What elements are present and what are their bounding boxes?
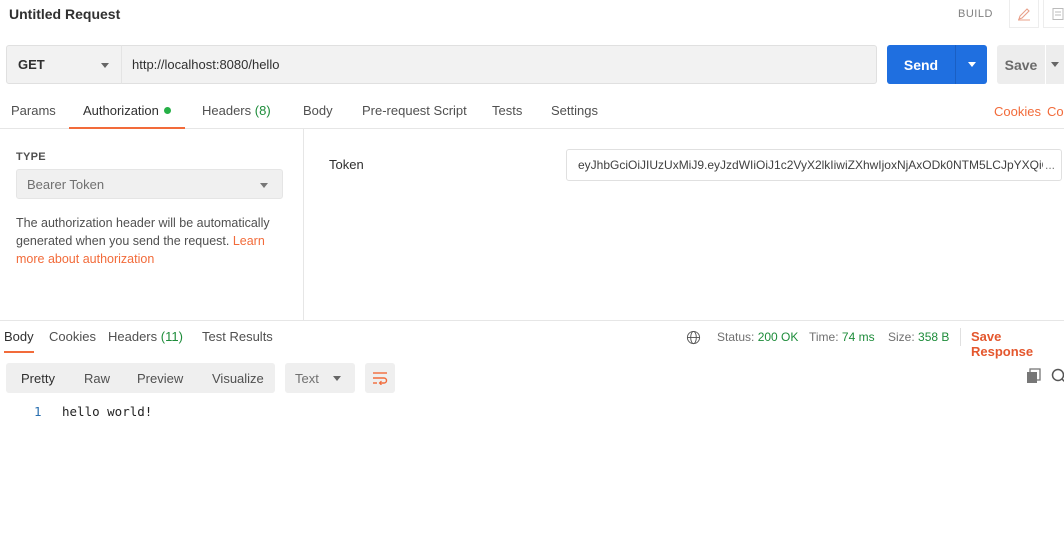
tab-pre-request-script[interactable]: Pre-request Script: [362, 103, 467, 129]
request-title[interactable]: Untitled Request: [9, 6, 120, 22]
status-indicator[interactable]: Status: 200 OK: [717, 330, 798, 344]
status-label: Status:: [717, 330, 755, 344]
send-button[interactable]: Send: [887, 45, 955, 84]
send-options-button[interactable]: [955, 45, 987, 84]
save-options-button[interactable]: [1046, 45, 1064, 84]
pencil-icon: [1018, 7, 1030, 20]
copy-icon[interactable]: [1024, 367, 1042, 385]
token-label: Token: [329, 157, 364, 172]
tab-body[interactable]: Body: [303, 103, 333, 129]
response-bar: Body Cookies Headers (11) Test Results S…: [0, 320, 1064, 359]
wrap-lines-button[interactable]: [365, 363, 395, 393]
token-value: eyJhbGciOiJIUzUxMiJ9.eyJzdWIiOiJ1c2VyX2l…: [578, 158, 1051, 172]
line-number: 1: [34, 404, 42, 419]
view-mode-tabs: Pretty Raw Preview Visualize: [6, 363, 275, 393]
auth-type-value: Bearer Token: [27, 176, 105, 192]
url-row: GET http://localhost:8080/hello Send Sav…: [0, 45, 1064, 85]
response-tab-cookies[interactable]: Cookies: [49, 329, 96, 353]
auth-type-select[interactable]: Bearer Token: [16, 169, 283, 199]
documentation-button[interactable]: [1043, 0, 1064, 28]
size-indicator[interactable]: Size: 358 B: [888, 330, 949, 344]
auth-type-panel: TYPE Bearer Token The authorization head…: [0, 129, 304, 321]
response-body-viewer[interactable]: 1 hello world!: [0, 400, 1064, 540]
wrap-lines-icon: [373, 372, 388, 385]
time-indicator[interactable]: Time: 74 ms: [809, 330, 875, 344]
tab-params[interactable]: Params: [11, 103, 56, 129]
auth-description: The authorization header will be automat…: [16, 214, 288, 268]
view-tab-preview[interactable]: Preview: [137, 363, 183, 393]
edit-button[interactable]: [1009, 0, 1039, 28]
response-tab-test-results[interactable]: Test Results: [202, 329, 273, 353]
divider: [960, 328, 961, 346]
view-tab-raw[interactable]: Raw: [84, 363, 110, 393]
time-label: Time:: [809, 330, 839, 344]
tab-tests[interactable]: Tests: [492, 103, 522, 129]
response-tab-headers-label: Headers: [108, 329, 158, 344]
request-tabs: Params Authorization Headers (8) Body Pr…: [0, 96, 1064, 129]
size-label: Size:: [888, 330, 915, 344]
format-value: Text: [295, 370, 319, 386]
globe-icon[interactable]: [686, 330, 701, 345]
code-link[interactable]: Co: [1047, 104, 1064, 119]
response-tab-body[interactable]: Body: [4, 329, 34, 353]
active-indicator-dot: [163, 107, 171, 114]
format-select[interactable]: Text: [285, 363, 355, 393]
tab-headers[interactable]: Headers (8): [202, 103, 271, 129]
type-label: TYPE: [16, 151, 46, 163]
view-tab-pretty[interactable]: Pretty: [21, 363, 55, 393]
tab-settings[interactable]: Settings: [551, 103, 598, 129]
time-value: 74 ms: [841, 330, 875, 344]
chevron-down-icon: [333, 376, 341, 381]
token-ellipsis: ...: [1042, 158, 1055, 172]
response-tab-headers[interactable]: Headers (11): [108, 329, 183, 353]
token-input[interactable]: eyJhbGciOiJIUzUxMiJ9.eyJzdWIiOiJ1c2VyX2l…: [566, 149, 1062, 181]
code-line: hello world!: [62, 404, 153, 419]
auth-description-text: The authorization header will be automat…: [16, 216, 270, 248]
document-icon: [1052, 7, 1064, 20]
method-select[interactable]: GET: [6, 45, 122, 84]
tab-authorization-label: Authorization: [83, 103, 159, 118]
response-headers-count: (11): [160, 329, 183, 344]
save-response-button[interactable]: Save Response: [971, 329, 1064, 359]
cookies-link[interactable]: Cookies: [994, 104, 1041, 119]
size-value: 358 B: [918, 330, 950, 344]
save-button[interactable]: Save: [997, 45, 1045, 84]
chevron-down-icon: [101, 63, 109, 68]
url-input[interactable]: http://localhost:8080/hello: [121, 45, 877, 84]
method-value: GET: [18, 57, 45, 72]
chevron-down-icon: [967, 62, 976, 67]
view-tab-visualize[interactable]: Visualize: [212, 363, 264, 393]
build-mode-label[interactable]: BUILD: [958, 8, 993, 20]
chevron-down-icon: [1051, 62, 1059, 67]
tab-authorization[interactable]: Authorization: [69, 103, 185, 129]
tab-headers-label: Headers: [202, 103, 252, 118]
auth-params-panel: Token eyJhbGciOiJIUzUxMiJ9.eyJzdWIiOiJ1c…: [304, 129, 1064, 321]
chevron-down-icon: [260, 183, 268, 188]
search-icon[interactable]: [1050, 367, 1064, 385]
title-bar: Untitled Request BUILD: [0, 0, 1064, 30]
status-value: 200 OK: [757, 330, 799, 344]
headers-count: (8): [254, 103, 271, 118]
